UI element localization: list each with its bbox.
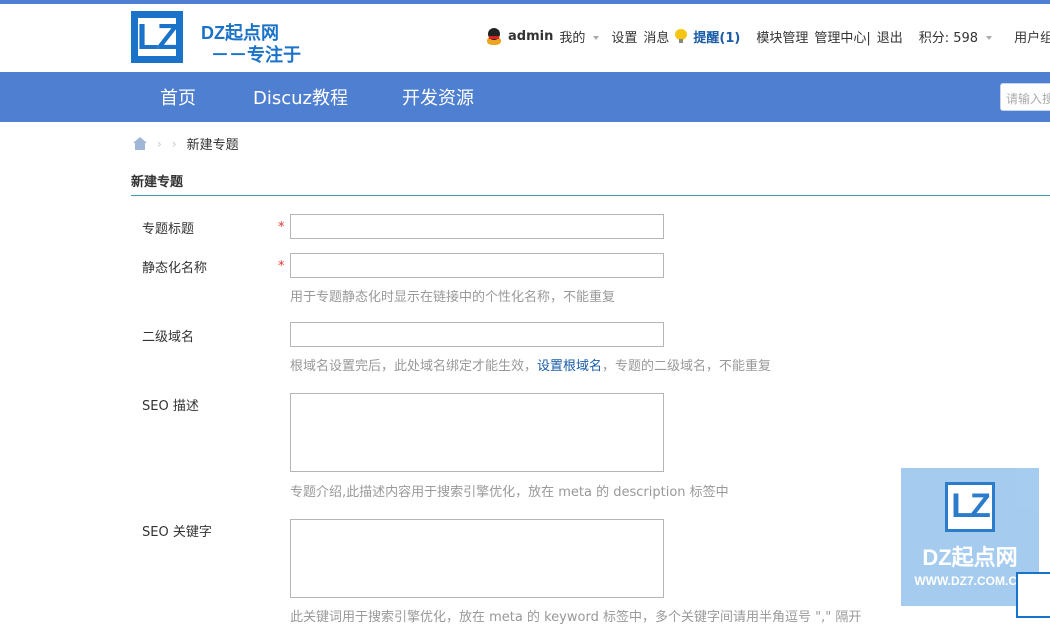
usergroup-link[interactable]: 用户组: 管理 xyxy=(1014,27,1050,46)
site-logo[interactable]: LZ DZ起点网 －－专注于Discuz！ xyxy=(131,11,371,91)
page-title: 新建专题 xyxy=(131,175,184,190)
seo-keywords-textarea[interactable] xyxy=(290,519,664,598)
set-root-domain-link[interactable]: 设置根域名 xyxy=(537,359,602,374)
site-header: LZ DZ起点网 －－专注于Discuz！ admin 我的 设置 消息 提醒(… xyxy=(0,4,1050,91)
chevron-down-icon xyxy=(593,36,600,40)
seo-description-label: SEO 描述 xyxy=(142,399,199,414)
title-divider xyxy=(131,195,1050,196)
remind-link[interactable]: 提醒(1) xyxy=(693,27,740,46)
qq-penguin-icon xyxy=(486,27,502,45)
seo-description-hint: 专题介绍,此描述内容用于搜索引擎优化，放在 meta 的 description… xyxy=(290,485,729,500)
topic-title-label: 专题标题 xyxy=(142,222,195,237)
subdomain-label: 二级域名 xyxy=(142,330,195,345)
main-nav: 首页 Discuz教程 开发资源 请输入搜索 xyxy=(0,72,1050,122)
messages-link[interactable]: 消息 xyxy=(643,27,669,46)
static-name-input[interactable] xyxy=(290,253,664,278)
my-menu[interactable]: 我的 xyxy=(559,27,605,46)
nav-item-home[interactable]: 首页 xyxy=(160,84,196,110)
settings-link[interactable]: 设置 xyxy=(611,27,637,46)
logout-link[interactable]: 退出 xyxy=(877,27,903,46)
watermark-logo-icon: LZ xyxy=(945,482,995,532)
user-toolbar: admin 我的 设置 消息 提醒(1) 模块管理 管理中心| 退出 积分: 5… xyxy=(486,26,1050,46)
required-mark: * xyxy=(278,259,285,274)
subdomain-input[interactable] xyxy=(290,322,664,347)
username-link[interactable]: admin xyxy=(508,29,553,44)
admin-center-link[interactable]: 管理中心| xyxy=(814,27,870,46)
seo-keywords-label: SEO 关键字 xyxy=(142,525,212,540)
chevron-down-icon xyxy=(986,36,993,40)
chevron-right-icon: › xyxy=(157,136,162,151)
topic-title-input[interactable] xyxy=(290,214,664,239)
seo-keywords-hint: 此关键词用于搜索引擎优化，放在 meta 的 keyword 标签中，多个关键字… xyxy=(290,610,862,625)
nav-item-discuz-tutorial[interactable]: Discuz教程 xyxy=(253,84,348,110)
watermark-name: DZ起点网 xyxy=(922,545,1018,570)
subdomain-hint: 根域名设置完后，此处域名绑定才能生效，设置根域名，专题的二级域名，不能重复 xyxy=(290,359,772,374)
watermark-corner-logo xyxy=(1016,572,1050,618)
breadcrumb-current: 新建专题 xyxy=(186,138,239,153)
static-name-hint: 用于专题静态化时显示在链接中的个性化名称，不能重复 xyxy=(290,290,616,305)
search-input[interactable]: 请输入搜索 xyxy=(1000,83,1050,111)
module-manage-link[interactable]: 模块管理 xyxy=(756,27,808,46)
points-menu[interactable]: 积分: 598 xyxy=(919,27,998,46)
chevron-right-icon: › xyxy=(171,136,177,151)
logo-mark-icon: LZ xyxy=(131,11,183,63)
required-mark: * xyxy=(278,220,285,235)
breadcrumb: › › 新建专题 xyxy=(133,134,239,153)
home-icon[interactable] xyxy=(133,137,147,150)
seo-description-textarea[interactable] xyxy=(290,393,664,472)
nav-item-dev-resources[interactable]: 开发资源 xyxy=(402,84,474,110)
bulb-icon xyxy=(675,29,688,43)
static-name-label: 静态化名称 xyxy=(142,261,208,276)
